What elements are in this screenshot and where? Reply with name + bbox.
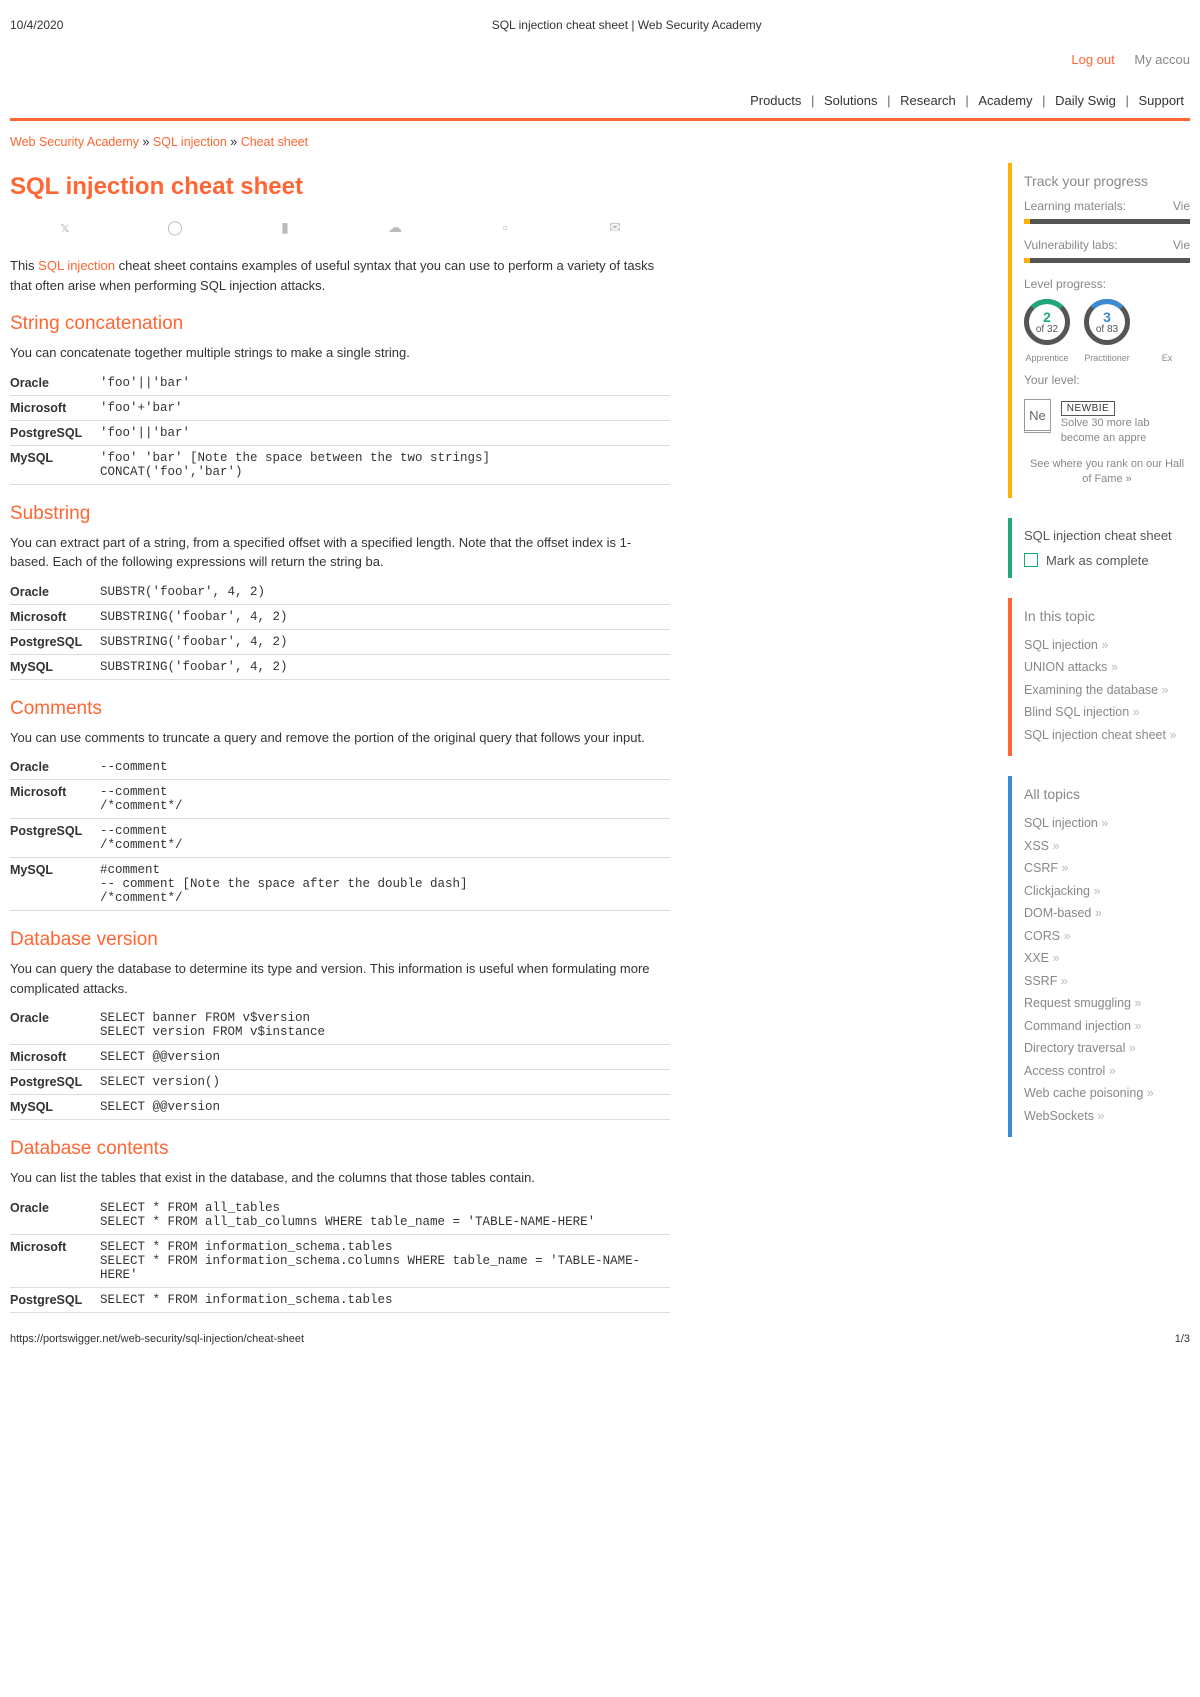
- progress-title: Track your progress: [1024, 173, 1190, 189]
- topic-link[interactable]: WebSockets: [1024, 1105, 1190, 1128]
- logout-link[interactable]: Log out: [1071, 52, 1114, 67]
- reddit-icon[interactable]: ☁: [387, 219, 403, 236]
- ring-practitioner: 3of 83: [1084, 299, 1130, 345]
- in-this-topic-widget: In this topic SQL injection UNION attack…: [1008, 598, 1190, 757]
- all-topics-widget: All topics SQL injection XSS CSRF Clickj…: [1008, 776, 1190, 1137]
- topic-link[interactable]: Command injection: [1024, 1015, 1190, 1038]
- table-comments: Oracle--comment Microsoft--comment /*com…: [10, 755, 670, 911]
- email-icon[interactable]: ✉: [607, 219, 623, 236]
- nav-solutions[interactable]: Solutions: [824, 93, 877, 108]
- nav-academy[interactable]: Academy: [978, 93, 1032, 108]
- page-title: SQL injection cheat sheet: [10, 173, 670, 201]
- account-bar: Log out My accou: [10, 40, 1190, 85]
- p-comments: You can use comments to truncate a query…: [10, 728, 670, 748]
- h-concat: String concatenation: [10, 313, 670, 335]
- header-rule: [10, 118, 1190, 121]
- table-substr: OracleSUBSTR('foobar', 4, 2) MicrosoftSU…: [10, 580, 670, 680]
- main-nav: Products | Solutions | Research | Academ…: [10, 85, 1190, 118]
- nav-support[interactable]: Support: [1138, 93, 1184, 108]
- p-substr: You can extract part of a string, from a…: [10, 533, 670, 572]
- breadcrumb: Web Security Academy » SQL injection » C…: [10, 135, 1190, 149]
- nav-daily-swig[interactable]: Daily Swig: [1055, 93, 1116, 108]
- mark-complete-widget: SQL injection cheat sheet Mark as comple…: [1008, 518, 1190, 578]
- topic-link[interactable]: CSRF: [1024, 857, 1190, 880]
- topic-link[interactable]: Blind SQL injection: [1024, 701, 1190, 724]
- breadcrumb-sqli[interactable]: SQL injection: [153, 135, 227, 149]
- intro-text: This SQL injection cheat sheet contains …: [10, 256, 670, 295]
- h-version: Database version: [10, 929, 670, 951]
- sidebar: Track your progress Learning materials:V…: [1008, 163, 1190, 1157]
- ring-apprentice: 2of 32: [1024, 299, 1070, 345]
- my-account-link[interactable]: My accou: [1134, 52, 1190, 67]
- level-icon: Ne: [1024, 399, 1051, 433]
- topic-link[interactable]: SQL injection: [1024, 812, 1190, 835]
- topic-link[interactable]: XSS: [1024, 835, 1190, 858]
- print-footer: https://portswigger.net/web-security/sql…: [10, 1317, 1190, 1365]
- topic-link[interactable]: Clickjacking: [1024, 880, 1190, 903]
- breadcrumb-cheatsheet[interactable]: Cheat sheet: [241, 135, 308, 149]
- topic-link[interactable]: Examining the database: [1024, 679, 1190, 702]
- topic-link[interactable]: CORS: [1024, 925, 1190, 948]
- topic-link[interactable]: XXE: [1024, 947, 1190, 970]
- topic-link[interactable]: Web cache poisoning: [1024, 1082, 1190, 1105]
- main-content: SQL injection cheat sheet 𝕩 ◯ ▮ ☁ ▫ ✉ Th…: [10, 163, 670, 1317]
- topic-link[interactable]: SSRF: [1024, 970, 1190, 993]
- facebook-icon[interactable]: ▮: [277, 219, 293, 236]
- learning-bar: [1024, 219, 1190, 224]
- topic-link[interactable]: Request smuggling: [1024, 992, 1190, 1015]
- progress-widget: Track your progress Learning materials:V…: [1008, 163, 1190, 498]
- labs-bar: [1024, 258, 1190, 263]
- h-substr: Substring: [10, 503, 670, 525]
- sqli-link[interactable]: SQL injection: [38, 258, 115, 273]
- topic-link[interactable]: DOM-based: [1024, 902, 1190, 925]
- table-version: OracleSELECT banner FROM v$version SELEC…: [10, 1006, 670, 1120]
- topic-link[interactable]: UNION attacks: [1024, 656, 1190, 679]
- topic-link[interactable]: SQL injection: [1024, 634, 1190, 657]
- topic-link[interactable]: Directory traversal: [1024, 1037, 1190, 1060]
- topic-link[interactable]: Access control: [1024, 1060, 1190, 1083]
- nav-research[interactable]: Research: [900, 93, 956, 108]
- p-contents: You can list the tables that exist in th…: [10, 1168, 670, 1188]
- newbie-badge: NEWBIE: [1061, 401, 1115, 416]
- topic-link[interactable]: SQL injection cheat sheet: [1024, 724, 1190, 747]
- table-concat: Oracle'foo'||'bar' Microsoft'foo'+'bar' …: [10, 371, 670, 485]
- share-row: 𝕩 ◯ ▮ ☁ ▫ ✉: [10, 213, 670, 248]
- print-header: 10/4/2020 SQL injection cheat sheet | We…: [10, 0, 1190, 40]
- h-contents: Database contents: [10, 1138, 670, 1160]
- table-contents: OracleSELECT * FROM all_tables SELECT * …: [10, 1196, 670, 1313]
- h-comments: Comments: [10, 698, 670, 720]
- whatsapp-icon[interactable]: ◯: [167, 219, 183, 236]
- p-concat: You can concatenate together multiple st…: [10, 343, 670, 363]
- linkedin-icon[interactable]: ▫: [497, 219, 513, 236]
- breadcrumb-academy[interactable]: Web Security Academy: [10, 135, 139, 149]
- mark-complete-checkbox[interactable]: Mark as complete: [1024, 553, 1190, 568]
- hall-of-fame-link[interactable]: See where you rank on our Hall of Fame »: [1024, 457, 1190, 488]
- p-version: You can query the database to determine …: [10, 959, 670, 998]
- nav-products[interactable]: Products: [750, 93, 801, 108]
- twitter-icon[interactable]: 𝕩: [57, 219, 73, 236]
